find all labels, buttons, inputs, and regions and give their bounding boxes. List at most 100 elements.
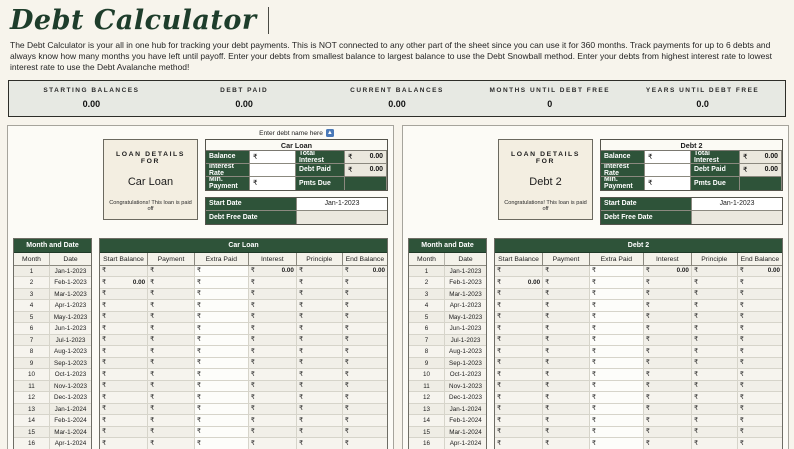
payment-cell[interactable]: ₹ bbox=[148, 369, 195, 381]
month-date-cell[interactable]: Feb-1-2023 bbox=[445, 277, 486, 289]
payment-cell[interactable]: ₹ bbox=[297, 289, 343, 301]
payment-cell[interactable]: ₹ bbox=[249, 358, 297, 370]
payment-cell[interactable]: ₹ bbox=[343, 381, 387, 393]
month-date-cell[interactable]: Mar-1-2024 bbox=[50, 427, 91, 439]
payment-cell[interactable]: ₹ bbox=[738, 346, 782, 358]
month-date-cell[interactable]: Aug-1-2023 bbox=[50, 346, 91, 358]
payment-cell[interactable]: ₹ bbox=[644, 346, 692, 358]
payment-cell[interactable]: ₹ bbox=[543, 323, 590, 335]
payment-cell[interactable]: ₹ bbox=[195, 289, 249, 301]
payment-cell[interactable]: ₹ bbox=[343, 438, 387, 449]
payment-cell[interactable]: ₹ bbox=[343, 323, 387, 335]
payment-cell[interactable]: ₹ bbox=[590, 277, 644, 289]
payment-cell[interactable]: ₹ bbox=[543, 369, 590, 381]
payment-cell[interactable]: ₹ bbox=[644, 289, 692, 301]
payment-cell[interactable]: ₹ bbox=[590, 266, 644, 278]
month-number-cell[interactable]: 2 bbox=[409, 277, 445, 289]
payment-cell[interactable]: ₹ bbox=[692, 277, 738, 289]
month-number-cell[interactable]: 15 bbox=[409, 427, 445, 439]
payment-cell[interactable]: ₹ bbox=[195, 381, 249, 393]
payment-cell[interactable]: ₹ bbox=[590, 312, 644, 324]
payment-cell[interactable]: ₹ bbox=[543, 312, 590, 324]
payment-cell[interactable]: ₹ bbox=[738, 312, 782, 324]
month-number-cell[interactable]: 7 bbox=[14, 335, 50, 347]
payment-cell[interactable]: ₹ bbox=[148, 358, 195, 370]
payment-cell[interactable]: ₹ bbox=[343, 358, 387, 370]
payment-cell[interactable]: ₹ bbox=[495, 415, 543, 427]
payment-cell[interactable]: ₹ bbox=[249, 369, 297, 381]
payment-cell[interactable]: ₹ bbox=[195, 335, 249, 347]
payment-cell[interactable]: ₹ bbox=[543, 277, 590, 289]
month-date-cell[interactable]: Jan-1-2024 bbox=[50, 404, 91, 416]
payment-cell[interactable]: ₹ bbox=[297, 300, 343, 312]
payment-cell[interactable]: ₹ bbox=[148, 277, 195, 289]
payment-cell[interactable]: ₹ bbox=[148, 346, 195, 358]
payment-cell[interactable]: ₹ bbox=[692, 427, 738, 439]
payment-cell[interactable]: ₹ bbox=[297, 427, 343, 439]
month-date-cell[interactable]: Feb-1-2023 bbox=[50, 277, 91, 289]
payment-cell[interactable]: ₹0.00 bbox=[738, 266, 782, 278]
payment-cell[interactable]: ₹ bbox=[148, 427, 195, 439]
payment-cell[interactable]: ₹ bbox=[738, 277, 782, 289]
month-date-cell[interactable]: Apr-1-2024 bbox=[445, 438, 486, 449]
month-date-cell[interactable]: Apr-1-2023 bbox=[445, 300, 486, 312]
payment-cell[interactable]: ₹ bbox=[738, 323, 782, 335]
payment-cell[interactable]: ₹ bbox=[495, 369, 543, 381]
date-value-cell[interactable]: Jan-1-2023 bbox=[296, 198, 387, 211]
payment-cell[interactable]: ₹ bbox=[738, 392, 782, 404]
payment-cell[interactable]: ₹ bbox=[343, 392, 387, 404]
payment-cell[interactable]: ₹ bbox=[100, 381, 148, 393]
payment-cell[interactable]: ₹ bbox=[543, 438, 590, 449]
payment-cell[interactable]: ₹ bbox=[148, 312, 195, 324]
payment-cell[interactable]: ₹ bbox=[543, 300, 590, 312]
payment-cell[interactable]: ₹ bbox=[100, 427, 148, 439]
payment-cell[interactable]: ₹ bbox=[297, 335, 343, 347]
detail-input-cell[interactable] bbox=[250, 164, 296, 177]
payment-cell[interactable]: ₹ bbox=[543, 335, 590, 347]
month-number-cell[interactable]: 2 bbox=[14, 277, 50, 289]
up-arrow-icon[interactable]: ▲ bbox=[326, 129, 334, 137]
payment-cell[interactable]: ₹ bbox=[590, 300, 644, 312]
month-date-cell[interactable]: Dec-1-2023 bbox=[50, 392, 91, 404]
month-number-cell[interactable]: 6 bbox=[14, 323, 50, 335]
payment-cell[interactable]: ₹ bbox=[249, 312, 297, 324]
payment-cell[interactable]: ₹ bbox=[738, 289, 782, 301]
payment-cell[interactable]: ₹ bbox=[543, 289, 590, 301]
month-number-cell[interactable]: 1 bbox=[409, 266, 445, 278]
month-number-cell[interactable]: 7 bbox=[409, 335, 445, 347]
payment-cell[interactable]: ₹ bbox=[100, 266, 148, 278]
payment-cell[interactable]: ₹ bbox=[692, 415, 738, 427]
payment-cell[interactable]: ₹ bbox=[495, 427, 543, 439]
detail-value-cell[interactable]: ₹0.00 bbox=[740, 151, 782, 164]
month-number-cell[interactable]: 1 bbox=[14, 266, 50, 278]
payment-cell[interactable]: ₹ bbox=[100, 289, 148, 301]
payment-cell[interactable]: ₹ bbox=[249, 404, 297, 416]
month-date-cell[interactable]: Apr-1-2023 bbox=[50, 300, 91, 312]
payment-cell[interactable]: ₹ bbox=[195, 369, 249, 381]
payment-cell[interactable]: ₹ bbox=[148, 404, 195, 416]
payment-cell[interactable]: ₹ bbox=[297, 392, 343, 404]
month-date-cell[interactable]: Oct-1-2023 bbox=[445, 369, 486, 381]
payment-cell[interactable]: ₹ bbox=[343, 300, 387, 312]
month-date-cell[interactable]: Sep-1-2023 bbox=[50, 358, 91, 370]
payment-cell[interactable]: ₹ bbox=[195, 312, 249, 324]
month-number-cell[interactable]: 10 bbox=[14, 369, 50, 381]
payment-cell[interactable]: ₹ bbox=[100, 438, 148, 449]
payment-cell[interactable]: ₹ bbox=[590, 335, 644, 347]
payment-cell[interactable]: ₹ bbox=[148, 415, 195, 427]
payment-cell[interactable]: ₹ bbox=[495, 323, 543, 335]
month-number-cell[interactable]: 6 bbox=[409, 323, 445, 335]
payment-cell[interactable]: ₹ bbox=[195, 266, 249, 278]
month-date-cell[interactable]: Oct-1-2023 bbox=[50, 369, 91, 381]
payment-cell[interactable]: ₹ bbox=[692, 335, 738, 347]
detail-value-cell[interactable]: ₹0.00 bbox=[345, 151, 387, 164]
summary-value[interactable]: 0.00 bbox=[15, 99, 168, 109]
payment-cell[interactable]: ₹ bbox=[195, 404, 249, 416]
payment-cell[interactable]: ₹ bbox=[148, 335, 195, 347]
month-date-cell[interactable]: Feb-1-2024 bbox=[50, 415, 91, 427]
month-date-cell[interactable]: Jan-1-2023 bbox=[445, 266, 486, 278]
detail-value-cell[interactable]: ₹0.00 bbox=[345, 164, 387, 177]
payment-cell[interactable]: ₹ bbox=[495, 392, 543, 404]
payment-cell[interactable]: ₹ bbox=[249, 277, 297, 289]
payment-cell[interactable]: ₹ bbox=[644, 381, 692, 393]
